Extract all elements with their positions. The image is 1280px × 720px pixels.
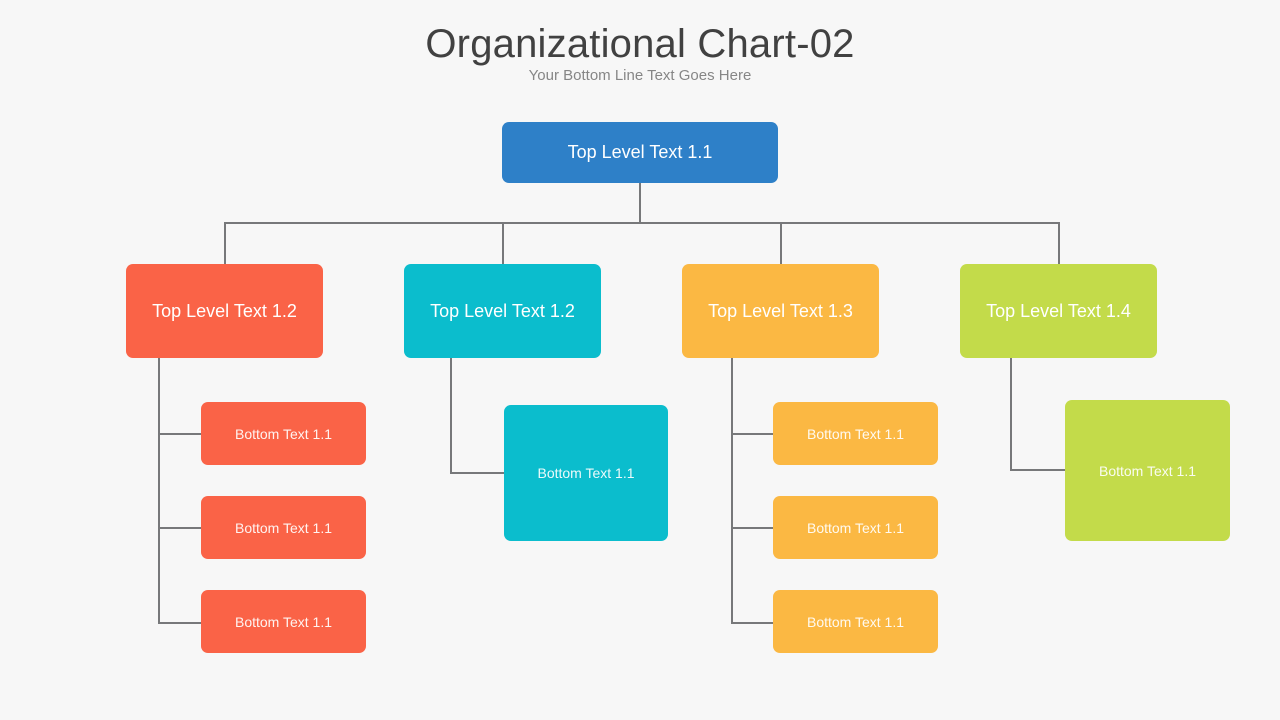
connector-branch-3-spine: [731, 358, 733, 624]
node-branch-1-child-3[interactable]: Bottom Text 1.1: [201, 590, 366, 653]
node-branch-1-child-1[interactable]: Bottom Text 1.1: [201, 402, 366, 465]
node-branch-3-child-3[interactable]: Bottom Text 1.1: [773, 590, 938, 653]
node-branch-4-child-1[interactable]: Bottom Text 1.1: [1065, 400, 1230, 541]
connector-root-stem: [639, 183, 641, 224]
connector-branch-1-child-2: [158, 527, 202, 529]
node-branch-1-child-2[interactable]: Bottom Text 1.1: [201, 496, 366, 559]
node-branch-2-child-1[interactable]: Bottom Text 1.1: [504, 405, 668, 541]
node-branch-3-child-2[interactable]: Bottom Text 1.1: [773, 496, 938, 559]
connector-branch-1-child-3: [158, 622, 202, 624]
connector-branch-3-drop: [780, 222, 782, 265]
node-branch-3-child-3-label: Bottom Text 1.1: [806, 613, 904, 630]
node-branch-1-label: Top Level Text 1.2: [152, 300, 297, 321]
connector-branch-1-spine: [158, 358, 160, 624]
connector-branch-3-child-3: [731, 622, 774, 624]
node-branch-3-child-1[interactable]: Bottom Text 1.1: [773, 402, 938, 465]
connector-branch-4-child-1: [1010, 469, 1067, 471]
node-branch-1-child-3-label: Bottom Text 1.1: [234, 613, 332, 630]
node-branch-2-label: Top Level Text 1.2: [430, 300, 575, 321]
node-branch-3-label: Top Level Text 1.3: [708, 300, 853, 321]
node-branch-2-child-1-label: Bottom Text 1.1: [537, 465, 635, 481]
connector-branch-1-drop: [224, 222, 226, 265]
connector-branch-4-spine: [1010, 358, 1012, 471]
page-title: Organizational Chart-02: [425, 22, 855, 66]
connector-level2-bus: [224, 222, 1060, 224]
node-branch-2[interactable]: Top Level Text 1.2: [404, 264, 601, 358]
node-branch-4[interactable]: Top Level Text 1.4: [960, 264, 1157, 358]
connector-branch-2-child-1: [450, 472, 505, 474]
node-root-label: Top Level Text 1.1: [567, 142, 713, 162]
node-root[interactable]: Top Level Text 1.1: [502, 122, 778, 183]
connector-branch-3-child-1: [731, 433, 774, 435]
connector-branch-4-drop: [1058, 222, 1060, 265]
node-branch-3-child-2-label: Bottom Text 1.1: [806, 519, 904, 536]
connector-branch-2-spine: [450, 358, 452, 474]
connector-branch-3-child-2: [731, 527, 774, 529]
page-subtitle: Your Bottom Line Text Goes Here: [528, 67, 752, 84]
node-branch-4-label: Top Level Text 1.4: [986, 300, 1131, 321]
node-branch-1-child-1-label: Bottom Text 1.1: [234, 425, 332, 442]
node-branch-3[interactable]: Top Level Text 1.3: [682, 264, 879, 358]
org-chart-canvas: Organizational Chart-02 Your Bottom Line…: [0, 0, 1280, 720]
connector-branch-1-child-1: [158, 433, 202, 435]
connector-branch-2-drop: [502, 222, 504, 265]
node-branch-3-child-1-label: Bottom Text 1.1: [806, 425, 904, 442]
node-branch-4-child-1-label: Bottom Text 1.1: [1098, 462, 1196, 479]
node-branch-1[interactable]: Top Level Text 1.2: [126, 264, 323, 358]
node-branch-1-child-2-label: Bottom Text 1.1: [234, 519, 332, 536]
